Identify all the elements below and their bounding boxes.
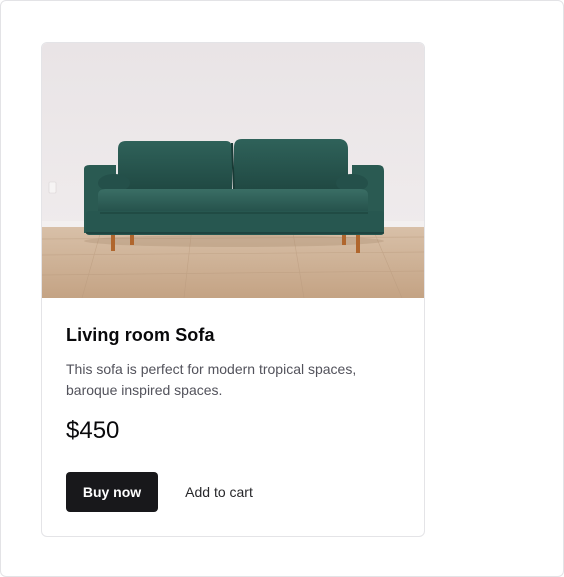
add-to-cart-button[interactable]: Add to cart	[172, 472, 266, 512]
product-price: $450	[66, 417, 120, 444]
product-image	[42, 43, 424, 298]
buy-now-button[interactable]: Buy now	[66, 472, 158, 512]
product-description: This sofa is perfect for modern tropical…	[66, 361, 357, 398]
product-title: Living room Sofa	[66, 325, 215, 345]
page-frame: Living room Sofa This sofa is perfect fo…	[0, 0, 564, 577]
product-card: Living room Sofa This sofa is perfect fo…	[41, 42, 425, 537]
